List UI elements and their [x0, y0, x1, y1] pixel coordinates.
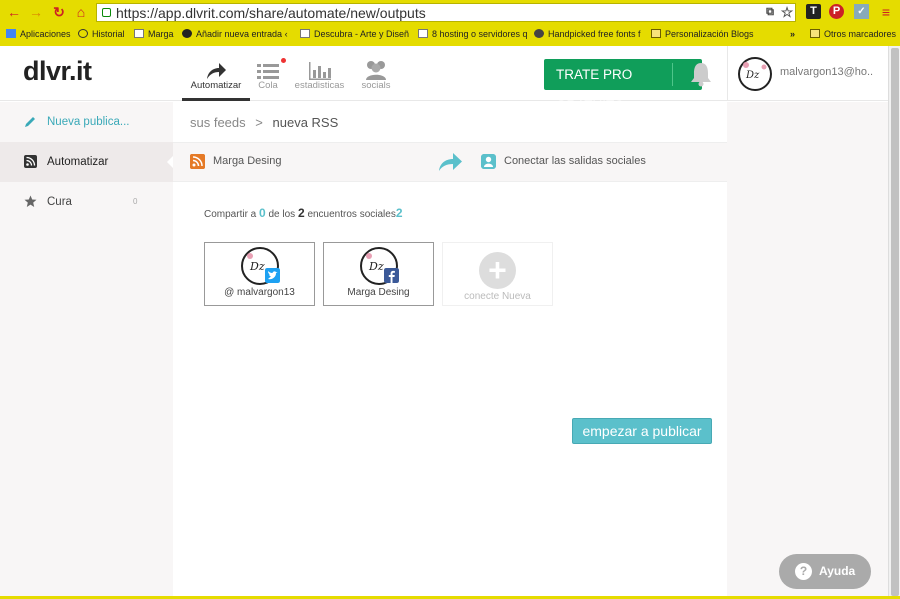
extension-t-icon[interactable]: T [806, 4, 821, 19]
plus-icon: + [479, 252, 516, 289]
connect-outputs-label: Conectar las salidas sociales [504, 155, 646, 167]
bookmarks-more[interactable]: » [790, 28, 795, 40]
folder-icon [810, 29, 820, 38]
twitter-icon [265, 268, 280, 283]
nav-automatizar[interactable]: Automatizar [182, 58, 250, 101]
apps-grid-icon [6, 29, 16, 38]
sidebar-item-automate-label: Automatizar [47, 156, 109, 168]
extension-chart-icon[interactable]: ✓ [854, 4, 869, 19]
url-text[interactable]: https://app.dlvrit.com/share/automate/ne… [116, 5, 426, 21]
nav-sociales-label: socials [361, 80, 391, 91]
facebook-icon [384, 268, 399, 283]
folder-icon [651, 29, 661, 38]
scrollbar-thumb[interactable] [891, 48, 899, 596]
nav-estadisticas-label: estadisticas [294, 80, 345, 91]
sidebar-item-automate[interactable]: Automatizar [0, 142, 174, 182]
bookmark-fonts[interactable]: Handpicked free fonts f [534, 28, 641, 40]
avatar: Dz [738, 57, 772, 91]
users-icon [356, 58, 396, 80]
breadcrumb-separator: > [255, 115, 263, 130]
bookmark-new-entry[interactable]: Añadir nueva entrada ‹ [182, 28, 288, 40]
sidebar-item-new-post-label: Nueva publica... [47, 116, 130, 128]
back-icon[interactable]: ← [7, 5, 21, 19]
rss-icon [24, 155, 37, 168]
top-bar: dlvr.it Automatizar Cola estadisticas so… [0, 46, 888, 113]
user-icon [481, 154, 496, 169]
nav-automatizar-label: Automatizar [190, 80, 242, 91]
main-content: sus feeds > nueva RSS Marga Desing Conec… [173, 102, 727, 599]
panda-icon [182, 29, 192, 38]
nav-cola-label: Cola [258, 80, 278, 91]
page-icon [134, 29, 144, 38]
queue-list-icon [252, 58, 286, 80]
trial-pro-button[interactable]: TRATE PRO GRATUITO [544, 59, 702, 113]
translate-icon[interactable]: ⧉ [763, 5, 777, 19]
shared-count: 0 [259, 206, 266, 220]
help-button[interactable]: ? Ayuda [779, 554, 871, 589]
breadcrumb-current: nueva RSS [272, 115, 339, 130]
bell-icon[interactable] [689, 61, 713, 92]
svg-text:Dz: Dz [249, 260, 265, 273]
star-icon [24, 195, 37, 207]
curate-count: 0 [133, 197, 138, 206]
forward-arrow-icon [439, 153, 462, 171]
nav-estadisticas[interactable]: estadisticas [292, 58, 347, 91]
nav-sociales[interactable]: socials [356, 58, 396, 91]
feed-name[interactable]: Marga Desing [213, 155, 281, 167]
bookmark-star-icon[interactable]: ☆ [780, 5, 794, 19]
svg-text:Dz: Dz [745, 70, 760, 81]
bookmark-apps[interactable]: Aplicaciones [6, 28, 71, 40]
forward-icon[interactable]: → [29, 5, 43, 19]
bookmark-blogs[interactable]: Personalización Blogs [651, 28, 754, 40]
browser-chrome: ← → ↻ ⌂ https://app.dlvrit.com/share/aut… [0, 0, 900, 46]
share-arrow-icon [182, 58, 250, 80]
share-summary: Compartir a 0 de los 2 encuentros social… [204, 206, 403, 220]
help-icon: ? [795, 563, 812, 580]
bar-chart-icon [292, 58, 347, 80]
clock-icon [78, 29, 88, 38]
home-icon[interactable]: ⌂ [74, 5, 88, 19]
pinterest-icon[interactable]: P [829, 4, 844, 19]
breadcrumb-feeds[interactable]: sus feeds [190, 115, 246, 130]
total-count: 2 [297, 206, 305, 220]
notification-dot [281, 58, 286, 63]
sidebar-item-new-post[interactable]: Nueva publica... [0, 102, 173, 142]
sidebar: Nueva publica... Automatizar Cura 0 [0, 102, 174, 599]
address-bar[interactable]: https://app.dlvrit.com/share/automate/ne… [96, 3, 796, 22]
svg-text:Dz: Dz [368, 260, 384, 273]
rss-feed-icon [190, 154, 205, 169]
app-window: dlvr.it Automatizar Cola estadisticas so… [0, 46, 888, 599]
connect-new-label: conecte Nueva [464, 291, 531, 302]
menu-icon[interactable]: ≡ [879, 5, 893, 19]
scrollbar[interactable] [888, 46, 900, 599]
total-count-repeat: 2 [395, 206, 403, 220]
user-menu[interactable]: Dz malvargon13@ho.. [727, 46, 888, 101]
social-card-label: Marga Desing [347, 287, 410, 298]
lock-icon [102, 8, 111, 17]
bookmark-other[interactable]: Otros marcadores [810, 28, 896, 40]
sidebar-item-curate[interactable]: Cura 0 [0, 182, 173, 222]
social-card-facebook[interactable]: Dz Marga Desing [323, 242, 434, 306]
breadcrumb: sus feeds > nueva RSS [190, 115, 338, 130]
start-publishing-button[interactable]: empezar a publicar [572, 418, 712, 444]
reload-icon[interactable]: ↻ [52, 5, 66, 19]
social-card-twitter[interactable]: Dz @ malvargon13 [204, 242, 315, 306]
fonts-icon [534, 29, 544, 38]
social-card-label: @ malvargon13 [224, 287, 295, 298]
logo[interactable]: dlvr.it [23, 56, 92, 87]
page-icon [418, 29, 428, 38]
nav-cola[interactable]: Cola [252, 58, 286, 91]
bookmark-marga[interactable]: Marga [134, 28, 174, 40]
step-bar: Marga Desing Conectar las salidas social… [173, 142, 727, 189]
right-panel [727, 102, 888, 599]
user-name: malvargon13@ho.. [780, 66, 874, 78]
sidebar-item-curate-label: Cura [47, 196, 72, 208]
connect-new-card[interactable]: + conecte Nueva [442, 242, 553, 306]
bookmark-history[interactable]: Historial [78, 28, 125, 40]
bookmark-hosting[interactable]: 8 hosting o servidores q [418, 28, 528, 40]
bookmark-descubra[interactable]: Descubra - Arte y Diseñ [300, 28, 409, 40]
page-icon [300, 29, 310, 38]
pencil-icon [25, 117, 35, 127]
